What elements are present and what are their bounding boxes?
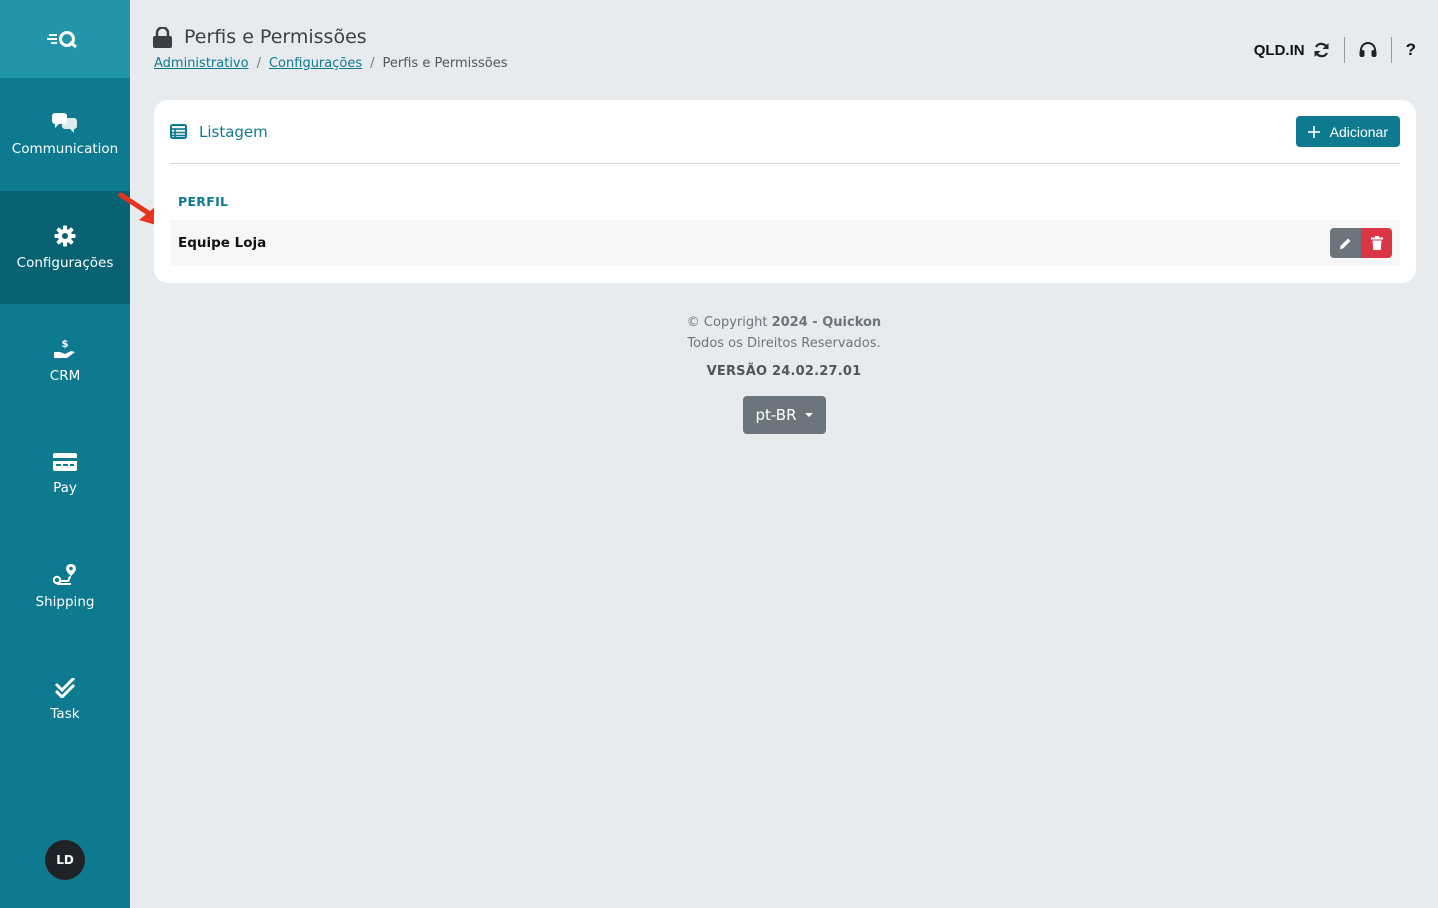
edit-button[interactable]	[1330, 228, 1361, 258]
breadcrumb: Administrativo / Configurações / Perfis …	[154, 56, 508, 71]
copyright-dash: -	[807, 315, 823, 330]
breadcrumb-link-administrativo[interactable]: Administrativo	[154, 56, 249, 71]
plus-icon	[1307, 125, 1320, 138]
headset-icon	[1359, 42, 1377, 57]
card-title: Listagem	[170, 123, 268, 141]
hand-dollar-icon: $	[54, 339, 75, 358]
add-button[interactable]: Adicionar	[1295, 116, 1400, 147]
sidebar-item-communication[interactable]: Communication	[0, 78, 130, 191]
avatar[interactable]: LD	[45, 840, 85, 880]
profile-name: Equipe Loja	[178, 235, 267, 251]
column-header-perfil: PERFIL	[178, 194, 229, 209]
card-icon	[53, 452, 77, 471]
listing-card: Listagem Adicionar PERFIL Equipe Loja	[154, 100, 1416, 283]
account-name: QLD.IN	[1253, 41, 1305, 59]
refresh-icon[interactable]	[1313, 42, 1330, 58]
sidebar-item-crm[interactable]: $ CRM	[0, 304, 130, 417]
trash-icon	[1370, 236, 1383, 250]
card-title-label: Listagem	[199, 122, 268, 141]
sidebar-item-label: Shipping	[35, 593, 95, 610]
company-name: Quickon	[822, 315, 882, 330]
svg-text:$: $	[62, 339, 69, 350]
breadcrumb-separator: /	[370, 56, 375, 71]
logo[interactable]	[0, 0, 130, 78]
lock-icon	[153, 26, 172, 48]
breadcrumb-separator: /	[256, 56, 261, 71]
gear-icon	[54, 225, 76, 246]
sidebar-item-task[interactable]: Task	[0, 643, 130, 756]
sidebar-item-label: Pay	[53, 479, 77, 496]
copyright-line: © Copyright 2024 - Quickon	[130, 313, 1438, 332]
row-actions	[1330, 228, 1392, 258]
sidebar-item-label: Communication	[11, 140, 119, 157]
delete-button[interactable]	[1361, 228, 1392, 258]
sidebar-item-label: CRM	[49, 367, 81, 384]
add-button-label: Adicionar	[1329, 123, 1388, 140]
sidebar-item-pay[interactable]: Pay	[0, 417, 130, 530]
chat-bubbles-icon	[52, 112, 77, 133]
list-table-icon	[170, 124, 187, 139]
help-button[interactable]: ?	[1392, 40, 1418, 60]
pencil-icon	[1340, 238, 1351, 249]
check-icon	[54, 677, 76, 698]
table-row: Equipe Loja	[170, 220, 1400, 266]
support-button[interactable]	[1345, 42, 1391, 58]
sidebar-item-shipping[interactable]: Shipping	[0, 530, 130, 643]
top-right-toolbar: QLD.IN ?	[1254, 36, 1418, 64]
sidebar-item-configuracoes[interactable]: Configurações	[0, 191, 130, 304]
version-text: VERSÃO 24.02.27.01	[706, 364, 862, 379]
breadcrumb-current: Perfis e Permissões	[382, 56, 508, 71]
caret-down-icon	[804, 413, 813, 417]
sidebar-item-label: Configurações	[16, 254, 114, 271]
footer: © Copyright 2024 - Quickon Todos os Dire…	[130, 313, 1438, 434]
sidebar-item-label: Task	[50, 705, 80, 722]
copyright-prefix: © Copyright	[686, 315, 772, 330]
account-switcher[interactable]: QLD.IN	[1254, 42, 1344, 59]
quickon-logo-icon	[47, 31, 77, 49]
language-dropdown[interactable]: pt-BR	[742, 396, 826, 434]
breadcrumb-link-configuracoes[interactable]: Configurações	[269, 56, 362, 71]
language-label: pt-BR	[755, 406, 797, 424]
card-header: Listagem Adicionar	[170, 100, 1400, 164]
rights-text: Todos os Direitos Reservados.	[687, 336, 881, 351]
route-pin-icon	[53, 563, 76, 585]
copyright-year: 2024	[771, 315, 808, 330]
page-title: Perfis e Permissões	[184, 26, 367, 48]
sidebar: Communication Configurações $ CRM Pay Sh…	[0, 0, 130, 908]
page-header: Perfis e Permissões	[153, 26, 367, 48]
